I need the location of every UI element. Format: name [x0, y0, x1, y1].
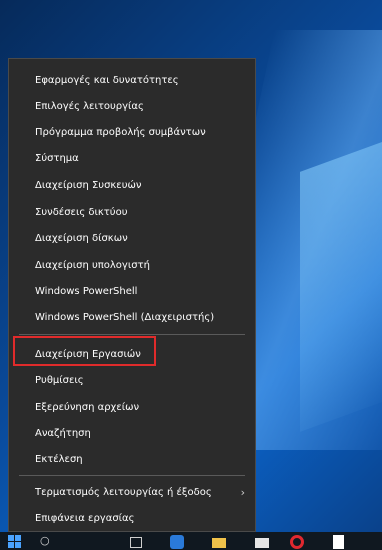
menu-item-device-manager[interactable]: Διαχείριση Συσκευών — [9, 172, 255, 198]
task-manager-highlight-box — [13, 336, 156, 366]
winx-context-menu: Εφαρμογές και δυνατότητες Επιλογές λειτο… — [8, 58, 256, 532]
menu-item-disk-management[interactable]: Διαχείριση δίσκων — [9, 225, 255, 251]
menu-separator — [19, 334, 245, 335]
menu-item-settings[interactable]: Ρυθμίσεις — [9, 367, 255, 393]
task-view-icon[interactable] — [130, 537, 142, 548]
menu-item-run[interactable]: Εκτέλεση — [9, 446, 255, 472]
menu-item-event-viewer[interactable]: Πρόγραμμα προβολής συμβάντων — [9, 119, 255, 145]
menu-item-shutdown-signout[interactable]: Τερματισμός λειτουργίας ή έξοδος › — [9, 479, 255, 505]
menu-item-file-explorer[interactable]: Εξερεύνηση αρχείων — [9, 394, 255, 420]
menu-item-network-connections[interactable]: Συνδέσεις δικτύου — [9, 199, 255, 225]
opera-icon[interactable] — [290, 535, 304, 549]
menu-item-power-options[interactable]: Επιλογές λειτουργίας — [9, 93, 255, 119]
menu-item-system[interactable]: Σύστημα — [9, 145, 255, 171]
file-explorer-icon[interactable] — [212, 538, 226, 548]
chevron-right-icon: › — [240, 485, 245, 499]
taskbar: ○ — [0, 532, 382, 550]
mail-icon[interactable] — [255, 538, 269, 548]
menu-item-powershell-admin[interactable]: Windows PowerShell (Διαχειριστής) — [9, 304, 255, 330]
menu-item-search[interactable]: Αναζήτηση — [9, 420, 255, 446]
menu-item-computer-management[interactable]: Διαχείριση υπολογιστή — [9, 252, 255, 278]
edge-icon[interactable] — [170, 535, 184, 549]
menu-item-apps-features[interactable]: Εφαρμογές και δυνατότητες — [9, 67, 255, 93]
file-icon[interactable] — [333, 535, 344, 549]
menu-separator — [19, 475, 245, 476]
desktop-wallpaper-light-accent — [300, 128, 382, 432]
menu-item-desktop[interactable]: Επιφάνεια εργασίας — [9, 505, 255, 531]
menu-item-powershell[interactable]: Windows PowerShell — [9, 278, 255, 304]
search-icon[interactable]: ○ — [40, 534, 54, 548]
windows-start-icon[interactable] — [8, 535, 22, 549]
